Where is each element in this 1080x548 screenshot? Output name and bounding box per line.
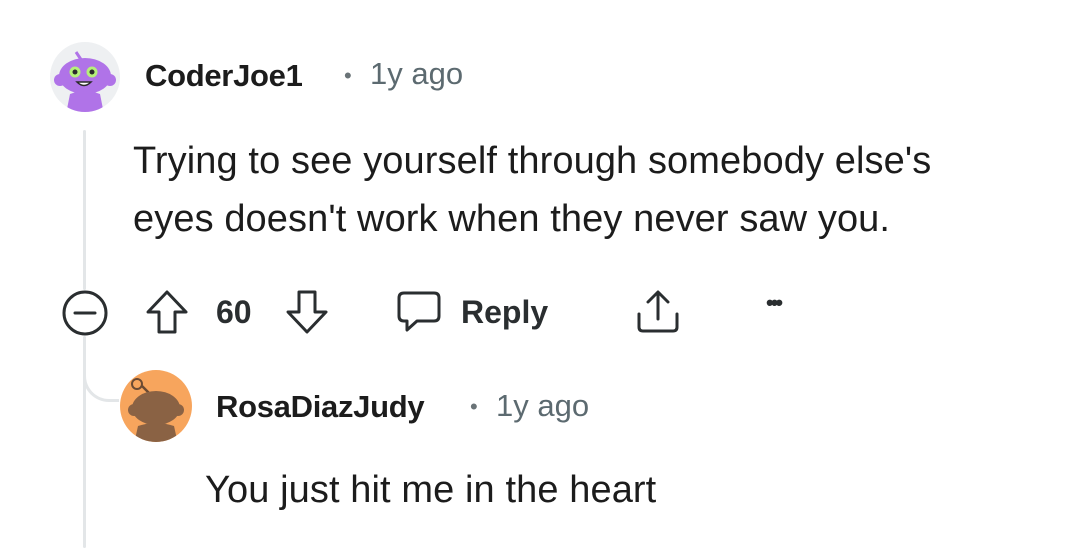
comment-body: Trying to see yourself through somebody … xyxy=(133,132,931,248)
avatar[interactable] xyxy=(120,370,192,442)
meta-separator: • xyxy=(344,63,352,88)
upvote-button[interactable] xyxy=(144,288,190,336)
avatar[interactable] xyxy=(50,42,120,112)
chat-bubble-icon xyxy=(397,291,441,332)
comment-username[interactable]: CoderJoe1 xyxy=(145,58,303,94)
vote-count: 60 xyxy=(216,294,252,330)
comment-body-line: Trying to see yourself through somebody … xyxy=(133,140,932,182)
downvote-arrow-icon xyxy=(286,290,328,334)
share-button[interactable] xyxy=(633,287,683,335)
upvote-arrow-icon xyxy=(146,290,188,334)
more-options-button[interactable]: ••• xyxy=(766,290,783,316)
reply-button[interactable]: Reply xyxy=(395,289,548,335)
collapse-button[interactable] xyxy=(60,288,110,338)
reply-label: Reply xyxy=(461,293,549,330)
reply-username[interactable]: RosaDiazJudy xyxy=(216,389,425,425)
thread-connector xyxy=(83,340,119,402)
snoo-avatar-icon xyxy=(128,378,184,442)
meta-separator: • xyxy=(470,394,478,419)
snoo-avatar-icon xyxy=(54,42,116,112)
downvote-button[interactable] xyxy=(284,288,330,336)
thread-line[interactable] xyxy=(83,130,86,290)
comment-body-line: eyes doesn't work when they never saw yo… xyxy=(133,198,891,240)
reply-timestamp: 1y ago xyxy=(496,388,590,423)
reply-body: You just hit me in the heart xyxy=(205,469,657,511)
comment-timestamp: 1y ago xyxy=(370,56,464,91)
share-icon xyxy=(637,290,679,333)
collapse-icon xyxy=(62,290,108,336)
